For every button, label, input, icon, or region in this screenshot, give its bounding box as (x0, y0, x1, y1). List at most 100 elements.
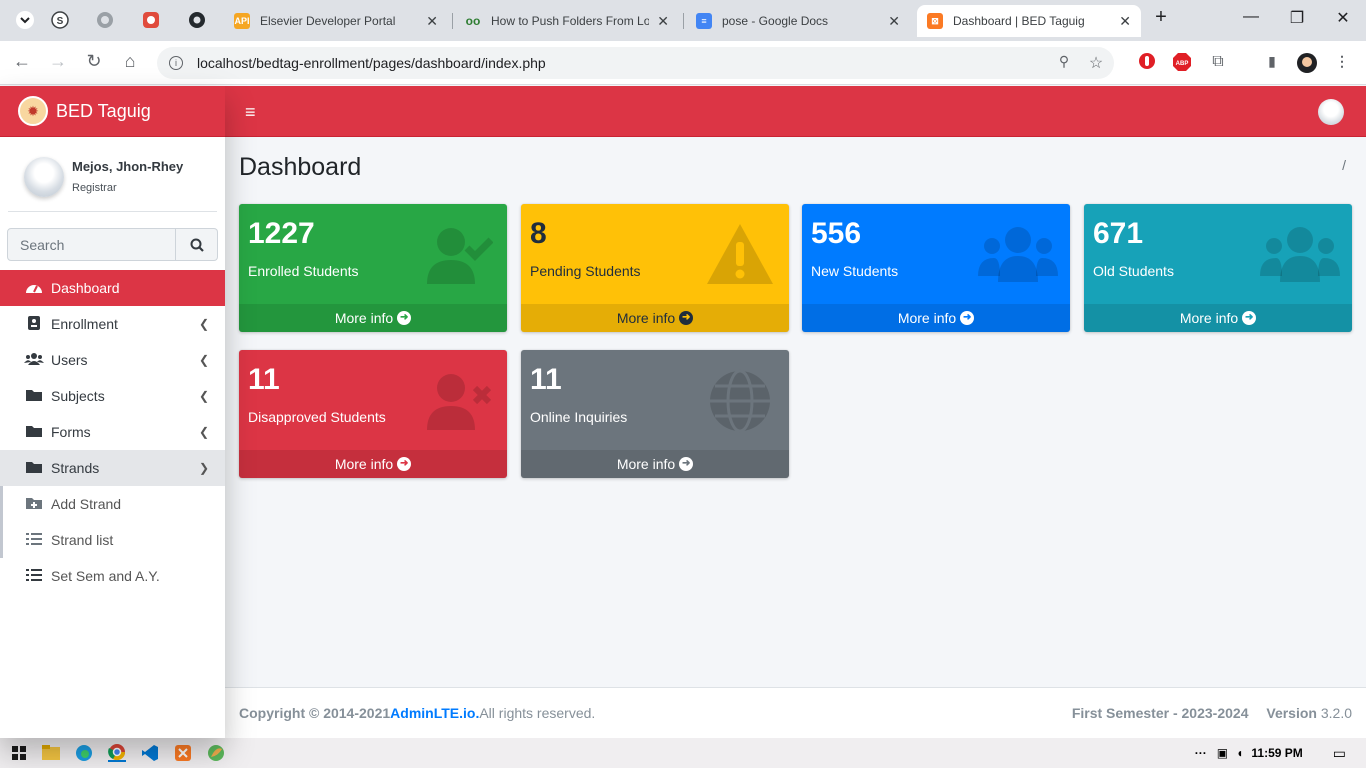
version-number: 3.2.0 (1320, 705, 1352, 721)
new-tab-plus-icon[interactable]: + (1138, 6, 1184, 29)
pinned-tab-globe-icon[interactable] (86, 5, 124, 35)
small-box-new: 556 New Students More info ➜ (802, 204, 1070, 332)
box-label: Online Inquiries (530, 409, 628, 425)
chevron-left-icon: ❮ (198, 425, 209, 439)
chrome-browser-icon[interactable] (108, 744, 126, 762)
folder-icon (24, 424, 44, 441)
box-label: Old Students (1093, 263, 1174, 279)
pinned-tab-github-icon[interactable] (178, 5, 216, 35)
sidebar-search: Search (7, 228, 218, 261)
sidebar-item-dashboard[interactable]: Dashboard (0, 270, 225, 306)
taskbar-clock[interactable]: 11:59 PM (1251, 746, 1302, 760)
tab-google-docs[interactable]: ≡ pose - Google Docs ✕ (686, 5, 910, 37)
folder-icon (24, 388, 44, 405)
small-box-enrolled: 1227 Enrolled Students More info ➜ (239, 204, 507, 332)
more-info-link[interactable]: More info ➜ (1084, 304, 1352, 332)
box-value: 1227 (248, 217, 315, 250)
more-info-link[interactable]: More info ➜ (239, 450, 507, 478)
address-bar[interactable]: i localhost/bedtag-enrollment/pages/dash… (157, 47, 1114, 79)
adblock-extension-icon[interactable]: ABP (1172, 53, 1192, 73)
sidebar-item-label: Add Strand (51, 496, 122, 512)
notifications-icon[interactable]: ▭ (1333, 745, 1346, 762)
xampp-icon[interactable] (174, 744, 192, 762)
sidebar-item-label: Users (51, 352, 88, 368)
tab-search-icon[interactable] (6, 5, 44, 35)
file-explorer-icon[interactable] (42, 744, 60, 762)
sidebar-item-add-strand[interactable]: Add Strand (0, 486, 225, 522)
brand-link[interactable]: ✹ BED Taguig (0, 86, 225, 137)
id-card-icon (24, 315, 44, 334)
pinned-tab-app-icon[interactable] (132, 5, 170, 35)
app-leaf-icon[interactable] (207, 744, 225, 762)
browser-tab-bar: S API Elsevier Developer Portal ✕ oo How… (0, 0, 1366, 41)
navbar-user-avatar[interactable] (1318, 99, 1344, 125)
user-check-icon (427, 228, 493, 284)
tab-dashboard-active[interactable]: ⊠ Dashboard | BED Taguig ✕ (917, 5, 1141, 37)
tab-push-folders[interactable]: oo How to Push Folders From Lo ✕ (455, 5, 679, 37)
forward-arrow-icon[interactable]: → (46, 51, 70, 72)
adminlte-link[interactable]: AdminLTE.io. (390, 705, 479, 721)
globe-icon (710, 369, 770, 433)
bookmark-star-icon[interactable]: ☆ (1086, 53, 1106, 73)
more-info-link[interactable]: More info ➜ (521, 450, 789, 478)
sidebar-item-subjects[interactable]: Subjects ❮ (0, 378, 225, 414)
vscode-icon[interactable] (141, 744, 159, 762)
folder-plus-icon (24, 496, 44, 513)
small-box-old: 671 Old Students More info ➜ (1084, 204, 1352, 332)
extensions-puzzle-icon[interactable]: ⧉ (1208, 53, 1228, 73)
home-icon[interactable]: ⌂ (118, 51, 142, 72)
volume-icon[interactable]: ◖ (1236, 746, 1243, 760)
sidebar-item-strands[interactable]: Strands ❯ (0, 450, 225, 486)
box-value: 8 (530, 217, 547, 250)
windows-taskbar: ··· ▣ ◖ 11:59 PM ▭ (0, 738, 1366, 768)
ublock-extension-icon[interactable] (1137, 53, 1157, 73)
browser-menu-icon[interactable]: ⋮ (1332, 53, 1352, 73)
sidebar-item-forms[interactable]: Forms ❮ (0, 414, 225, 450)
user-panel: Mejos, Jhon-Rhey Registrar (8, 137, 217, 212)
tab-close-icon[interactable]: ✕ (657, 13, 669, 30)
more-info-link[interactable]: More info ➜ (521, 304, 789, 332)
meet-now-icon[interactable]: ▣ (1217, 746, 1228, 760)
hamburger-menu-icon[interactable]: ≡ (245, 102, 256, 123)
back-arrow-icon[interactable]: ← (10, 51, 34, 72)
more-info-link[interactable]: More info ➜ (239, 304, 507, 332)
sidebar-item-enrollment[interactable]: Enrollment ❮ (0, 306, 225, 342)
reload-icon[interactable]: ↻ (82, 51, 106, 72)
arrow-circle-right-icon: ➜ (960, 311, 975, 325)
tab-close-icon[interactable]: ✕ (426, 13, 438, 30)
close-window-icon[interactable]: ✕ (1320, 8, 1366, 28)
user-avatar (24, 157, 64, 197)
address-url: localhost/bedtag-enrollment/pages/dashbo… (197, 55, 546, 71)
search-icon[interactable] (176, 228, 218, 261)
tab-close-icon[interactable]: ✕ (888, 13, 900, 30)
restore-icon[interactable]: ❐ (1274, 8, 1320, 28)
side-panel-icon[interactable]: ▮ (1262, 53, 1282, 73)
box-label: Enrolled Students (248, 263, 359, 279)
sidebar-item-strand-list[interactable]: Strand list (0, 522, 225, 558)
small-box-inquiries: 11 Online Inquiries More info ➜ (521, 350, 789, 478)
sidebar-item-set-sem[interactable]: Set Sem and A.Y. (0, 558, 225, 594)
user-name[interactable]: Mejos, Jhon-Rhey (72, 159, 183, 174)
profile-avatar-icon[interactable] (1297, 53, 1317, 73)
tab-divider (452, 13, 453, 29)
docs-favicon-icon: ≡ (696, 13, 712, 29)
edge-browser-icon[interactable] (75, 744, 93, 762)
minimize-icon[interactable]: — (1228, 8, 1274, 26)
users-icon (1260, 227, 1340, 282)
box-label: New Students (811, 263, 899, 279)
site-info-icon[interactable]: i (169, 56, 183, 70)
zoom-icon[interactable]: ⚲ (1054, 53, 1074, 73)
breadcrumb: / (1342, 157, 1346, 173)
more-info-link[interactable]: More info ➜ (802, 304, 1070, 332)
pinned-tab-skype-icon[interactable]: S (41, 5, 79, 35)
arrow-circle-right-icon: ➜ (397, 311, 412, 325)
sidebar-item-users[interactable]: Users ❮ (0, 342, 225, 378)
taskbar-overflow-icon[interactable]: ··· (1195, 746, 1207, 760)
tab-elsevier[interactable]: API Elsevier Developer Portal ✕ (224, 5, 448, 37)
small-box-pending: 8 Pending Students More info ➜ (521, 204, 789, 332)
windows-start-icon[interactable] (10, 744, 28, 762)
box-value: 11 (248, 363, 280, 396)
tab-title: How to Push Folders From Lo (491, 14, 650, 28)
tab-close-icon[interactable]: ✕ (1119, 13, 1131, 30)
sidebar-search-input[interactable]: Search (7, 228, 176, 261)
